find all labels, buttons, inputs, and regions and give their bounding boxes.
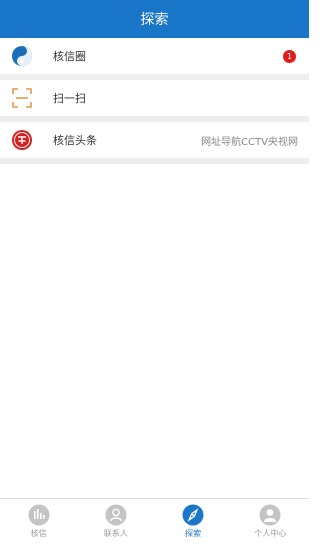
scan-icon [11, 87, 33, 109]
moments-circle-icon [11, 45, 33, 67]
section-divider [0, 158, 309, 164]
tab-chat[interactable]: 核信 [0, 499, 77, 550]
menu-item-label: 核信头条 [53, 134, 97, 147]
headline-site-text: 网址导航CCTV央视网 [201, 136, 298, 148]
chat-icon [28, 504, 50, 526]
tab-label: 探索 [185, 529, 202, 538]
empty-content-area [0, 184, 309, 498]
tab-explore[interactable]: 探索 [155, 499, 232, 550]
contacts-icon [105, 504, 127, 526]
page-title: 探索 [140, 12, 169, 28]
tab-label: 核信 [30, 529, 47, 538]
menu-item-moments[interactable]: 核信圈 1 [0, 38, 309, 74]
headline-coin-icon [11, 129, 33, 151]
notification-badge: 1 [283, 49, 296, 63]
tab-label: 个人中心 [254, 529, 287, 538]
menu-item-scan[interactable]: 扫一扫 [0, 80, 309, 116]
tab-profile[interactable]: 个人中心 [232, 499, 309, 550]
menu-item-headlines[interactable]: 核信头条 网址导航CCTV央视网 [0, 122, 309, 158]
menu-item-label: 扫一扫 [53, 92, 86, 105]
tab-contacts[interactable]: 联系人 [77, 499, 154, 550]
tab-label: 联系人 [103, 529, 128, 538]
compass-icon [182, 504, 204, 526]
user-icon [259, 504, 281, 526]
bottom-tab-bar: 核信 联系人 探索 个人中心 [0, 498, 309, 550]
menu-item-label: 核信圈 [53, 50, 86, 63]
header-bar: 探索 [0, 0, 309, 38]
